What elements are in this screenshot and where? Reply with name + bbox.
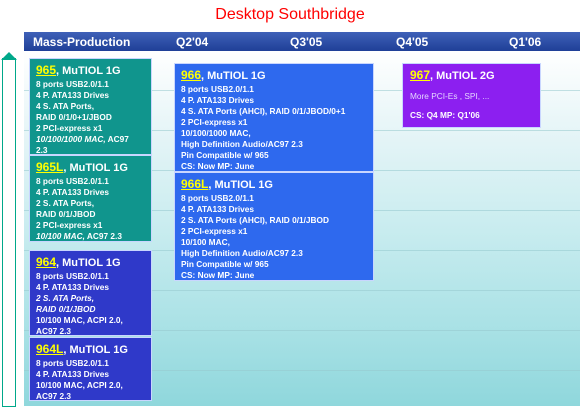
timeline-arrow bbox=[1, 52, 17, 407]
chip-number: 966L bbox=[181, 177, 209, 191]
product-card-966: 966, MuTIOL 1G 8 ports USB2.0/1.1 4 P. A… bbox=[174, 63, 374, 172]
product-card-965: 965, MuTIOL 1G 8 ports USB2.0/1.1 4 P. A… bbox=[29, 58, 152, 155]
spec-line: RAID 0/1/JBOD bbox=[36, 304, 96, 314]
spec-line: 2 PCI-express x1 bbox=[181, 117, 248, 127]
spec-line: 4 P. ATA133 Drives bbox=[36, 282, 110, 292]
product-card-966l: 966L, MuTIOL 1G 8 ports USB2.0/1.1 4 P. … bbox=[174, 172, 374, 281]
product-heading: 964, MuTIOL 1G bbox=[36, 255, 145, 270]
spec-line: 4 P. ATA133 Drives bbox=[36, 187, 110, 197]
spec-line: 2 S. ATA Ports, bbox=[36, 198, 95, 208]
product-heading: 965, MuTIOL 1G bbox=[36, 63, 145, 78]
spec-tail: AC97 bbox=[105, 134, 129, 144]
chip-number: 964L bbox=[36, 342, 64, 356]
spec-line: 8 ports USB2.0/1.1 bbox=[36, 271, 109, 281]
product-card-964l: 964L, MuTIOL 1G 8 ports USB2.0/1.1 4 P. … bbox=[29, 337, 152, 401]
chip-interconnect: , MuTIOL 1G bbox=[56, 65, 121, 77]
spec-line: 4 S. ATA Ports (AHCI), RAID 0/1/JBOD/0+1 bbox=[181, 106, 346, 116]
chip-number: 965L bbox=[36, 160, 64, 174]
spec-line: 10/100/1000 MAC, AC97 bbox=[36, 134, 145, 145]
spec-line: 2 S. ATA Ports (AHCI), RAID 0/1/JBOD bbox=[181, 215, 329, 225]
spec-line: CS: Now MP: June bbox=[181, 270, 255, 280]
chip-interconnect: , MuTIOL 1G bbox=[201, 70, 266, 82]
product-card-964: 964, MuTIOL 1G 8 ports USB2.0/1.1 4 P. A… bbox=[29, 250, 152, 336]
spec-line: Pin Compatible w/ 965 bbox=[181, 259, 269, 269]
spec-line: 4 P. ATA133 Drives bbox=[36, 369, 110, 379]
spec-line: 10/100/1000 MAC, bbox=[181, 128, 251, 138]
chip-interconnect: , MuTIOL 1G bbox=[63, 344, 128, 356]
spec-line: 8 ports USB2.0/1.1 bbox=[36, 358, 109, 368]
page-title: Desktop Southbridge bbox=[215, 6, 365, 23]
chip-number: 965 bbox=[36, 63, 57, 77]
chip-interconnect: , MuTIOL 1G bbox=[208, 179, 273, 191]
chip-number: 964 bbox=[36, 255, 57, 269]
spec-line: 10/100 MAC, ACPI 2.0, bbox=[36, 315, 123, 325]
spec-line: More PCI-Es , SPI, ... bbox=[410, 91, 490, 101]
chip-interconnect: , MuTIOL 1G bbox=[56, 257, 121, 269]
spec-line: 2 PCI-express x1 bbox=[36, 220, 103, 230]
product-heading: 965L, MuTIOL 1G bbox=[36, 160, 145, 175]
spec-italic: 10/100/1000 MAC, bbox=[36, 134, 106, 144]
chip-number: 966 bbox=[181, 68, 202, 82]
chip-interconnect: , MuTIOL 1G bbox=[63, 162, 128, 174]
spec-line: 4 P. ATA133 Drives bbox=[181, 95, 255, 105]
spec-line: 2 S. ATA Ports, bbox=[36, 293, 95, 303]
spec-line: 10/100 MAC, bbox=[181, 237, 230, 247]
spec-line: High Definition Audio/AC97 2.3 bbox=[181, 248, 303, 258]
spec-line: RAID 0/1/0+1/JBOD bbox=[36, 112, 112, 122]
column-q4-05: Q4'05 bbox=[396, 35, 429, 49]
product-heading: 964L, MuTIOL 1G bbox=[36, 342, 145, 357]
spec-line: 2 PCI-express x1 bbox=[36, 123, 103, 133]
spec-line: 4 P. ATA133 Drives bbox=[36, 90, 110, 100]
column-q3-05: Q3'05 bbox=[290, 35, 323, 49]
column-mass-production: Mass-Production bbox=[33, 35, 131, 49]
spec-line: 4 S. ATA Ports, bbox=[36, 101, 95, 111]
spec-line: 8 ports USB2.0/1.1 bbox=[181, 84, 254, 94]
spec-line: 2 PCI-express x1 bbox=[181, 226, 248, 236]
product-card-967: 967, MuTIOL 2G More PCI-Es , SPI, ... CS… bbox=[402, 63, 541, 128]
column-q2-04: Q2'04 bbox=[176, 35, 209, 49]
spec-line: 8 ports USB2.0/1.1 bbox=[36, 176, 109, 186]
chip-interconnect: , MuTIOL 2G bbox=[430, 70, 495, 82]
spec-line: Pin Compatible w/ 965 bbox=[181, 150, 269, 160]
spec-line: High Definition Audio/AC97 2.3 bbox=[181, 139, 303, 149]
product-heading: 966, MuTIOL 1G bbox=[181, 68, 367, 83]
spec-line: AC97 2.3 bbox=[36, 326, 72, 336]
spec-tail: AC97 2.3 bbox=[84, 231, 122, 241]
spec-line: 10/100 MAC, ACPI 2.0, bbox=[36, 380, 123, 390]
spec-line: CS: Q4 MP: Q1'06 bbox=[410, 110, 480, 120]
spec-line: CS: Now MP: June bbox=[181, 161, 255, 171]
chip-number: 967 bbox=[410, 68, 431, 82]
product-heading: 967, MuTIOL 2G bbox=[410, 68, 533, 83]
column-q1-06: Q1'06 bbox=[509, 35, 542, 49]
spec-line: 8 ports USB2.0/1.1 bbox=[36, 79, 109, 89]
spec-line: RAID 0/1/JBOD bbox=[36, 209, 96, 219]
spec-italic: 10/100 MAC, bbox=[36, 231, 85, 241]
product-card-965l: 965L, MuTIOL 1G 8 ports USB2.0/1.1 4 P. … bbox=[29, 155, 152, 242]
spec-line: 8 ports USB2.0/1.1 bbox=[181, 193, 254, 203]
product-heading: 966L, MuTIOL 1G bbox=[181, 177, 367, 192]
spec-line: 10/100 MAC, AC97 2.3 bbox=[36, 231, 145, 242]
spec-line: 4 P. ATA133 Drives bbox=[181, 204, 255, 214]
spec-line: AC97 2.3 bbox=[36, 391, 72, 401]
